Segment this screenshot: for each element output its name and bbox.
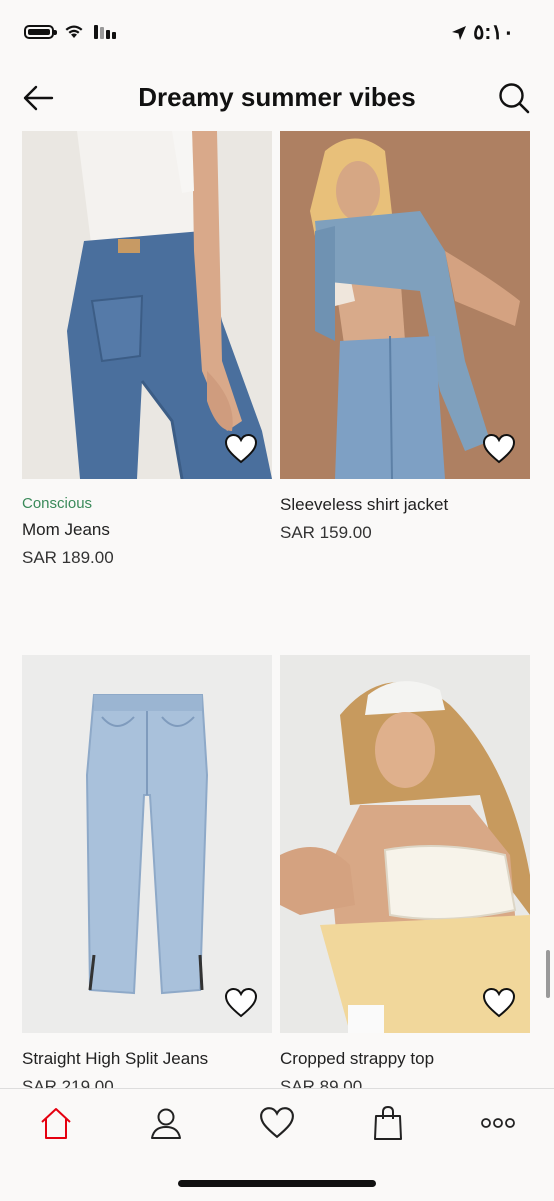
battery-icon: [24, 24, 57, 39]
nav-account[interactable]: [146, 1103, 186, 1143]
product-price: SAR 189.00: [22, 548, 114, 567]
product-photo: [22, 131, 272, 479]
home-icon: [41, 1108, 71, 1139]
product-name[interactable]: Straight High Split Jeans: [22, 1049, 272, 1069]
nav-more[interactable]: [478, 1103, 518, 1143]
scrollbar[interactable]: [546, 950, 550, 998]
favourite-heart-icon[interactable]: [224, 433, 258, 465]
product-card[interactable]: Straight High Split Jeans SAR 219.00: [22, 655, 272, 1097]
product-photo: [280, 131, 530, 479]
favourites-icon: [260, 1107, 294, 1139]
top-bar: Dreamy summer vibes: [0, 72, 554, 128]
nav-favourites[interactable]: [257, 1103, 297, 1143]
product-card[interactable]: Conscious Mom Jeans SAR 189.00: [22, 131, 272, 568]
product-name[interactable]: Sleeveless shirt jacket: [280, 495, 530, 515]
status-bar: ٥:١٠: [0, 0, 554, 64]
product-price: SAR 159.00: [280, 523, 372, 542]
bag-icon: [374, 1105, 402, 1140]
account-icon: [151, 1108, 181, 1139]
product-image[interactable]: [22, 655, 272, 1033]
nav-bag[interactable]: [368, 1103, 408, 1143]
product-card[interactable]: Cropped strappy top SAR 89.00: [280, 655, 530, 1097]
location-arrow-icon: [452, 25, 467, 40]
product-photo: [280, 655, 530, 1033]
favourite-heart-icon[interactable]: [224, 987, 258, 1019]
nav-home[interactable]: [36, 1103, 76, 1143]
page-title: Dreamy summer vibes: [138, 82, 416, 112]
product-image[interactable]: [22, 131, 272, 479]
more-icon: [481, 1118, 515, 1128]
status-time: ٥:١٠: [473, 21, 514, 44]
wifi-icon: [65, 25, 83, 38]
home-indicator[interactable]: [178, 1180, 376, 1187]
search-icon[interactable]: [498, 82, 530, 114]
product-tag: Conscious: [22, 495, 93, 512]
favourite-heart-icon[interactable]: [482, 987, 516, 1019]
product-image[interactable]: [280, 131, 530, 479]
product-image[interactable]: [280, 655, 530, 1033]
product-card[interactable]: Sleeveless shirt jacket SAR 159.00: [280, 131, 530, 543]
product-photo: [22, 655, 272, 1033]
favourite-heart-icon[interactable]: [482, 433, 516, 465]
cellular-signal-icon: [94, 24, 116, 39]
product-name[interactable]: Cropped strappy top: [280, 1049, 530, 1069]
product-name[interactable]: Mom Jeans: [22, 520, 272, 540]
